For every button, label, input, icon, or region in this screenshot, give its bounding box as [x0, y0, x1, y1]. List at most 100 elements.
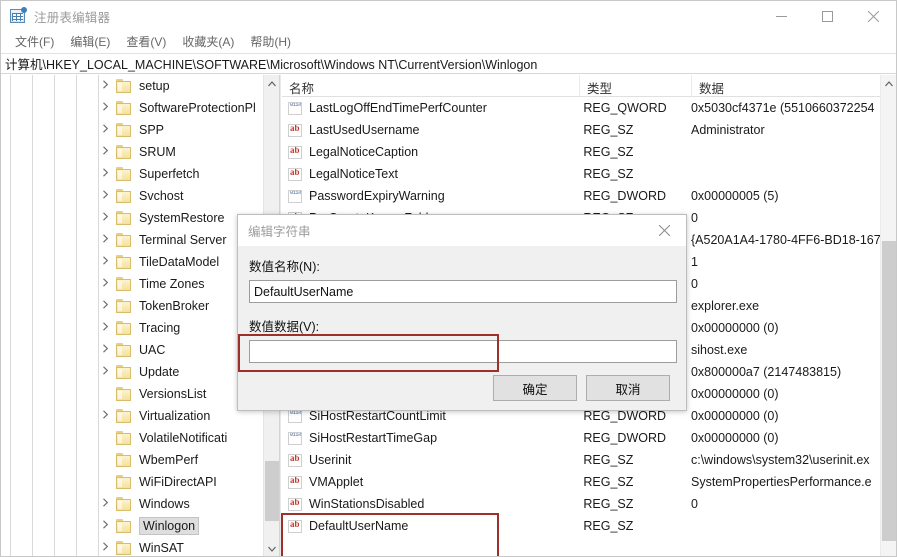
tree-item-label: Superfetch: [139, 166, 199, 182]
folder-icon: [116, 365, 133, 379]
tree-item-superfetch[interactable]: Superfetch: [1, 163, 263, 185]
chevron-right-icon[interactable]: [101, 366, 114, 379]
tree-item-wbemperf[interactable]: WbemPerf: [1, 449, 263, 471]
tree-item-srum[interactable]: SRUM: [1, 141, 263, 163]
value-row[interactable]: VMAppletREG_SZSystemPropertiesPerformanc…: [282, 471, 880, 493]
chevron-right-icon[interactable]: [101, 80, 114, 93]
value-row[interactable]: LastUsedUsernameREG_SZAdministrator: [282, 119, 880, 141]
value-type: REG_SZ: [582, 123, 691, 137]
value-data: 0x00000000 (0): [691, 431, 880, 445]
tree-item-softwareprotectionpl[interactable]: SoftwareProtectionPl: [1, 97, 263, 119]
tree-item-tiledatamodel[interactable]: TileDataModel: [1, 251, 263, 273]
tree-item-winsat[interactable]: WinSAT: [1, 537, 263, 557]
tree-item-systemrestore[interactable]: SystemRestore: [1, 207, 263, 229]
chevron-right-icon[interactable]: [101, 520, 114, 533]
value-type: REG_SZ: [582, 167, 691, 181]
folder-icon: [116, 497, 133, 511]
tree-scroll-thumb[interactable]: [265, 461, 279, 521]
chevron-right-icon[interactable]: [101, 102, 114, 115]
tree-item-tracing[interactable]: Tracing: [1, 317, 263, 339]
dialog-close-icon[interactable]: [642, 215, 686, 246]
value-row[interactable]: LegalNoticeTextREG_SZ: [282, 163, 880, 185]
column-header-data[interactable]: 数据: [692, 75, 880, 96]
chevron-right-icon[interactable]: [101, 256, 114, 269]
menu-edit[interactable]: 编辑(E): [62, 31, 118, 53]
tree-item-label: Virtualization: [139, 408, 210, 424]
cancel-button[interactable]: 取消: [586, 375, 670, 401]
folder-icon: [116, 409, 133, 423]
tree-scroll-down-icon[interactable]: [264, 540, 279, 557]
menu-help[interactable]: 帮助(H): [242, 31, 299, 53]
tree-item-label: Time Zones: [139, 276, 205, 292]
value-row[interactable]: WinStationsDisabledREG_SZ0: [282, 493, 880, 515]
string-value-icon: [288, 454, 302, 467]
tree-item-label: VersionsList: [139, 386, 206, 402]
value-name-input[interactable]: [249, 280, 677, 303]
tree-item-uac[interactable]: UAC: [1, 339, 263, 361]
tree-scroll-up-icon[interactable]: [264, 75, 279, 92]
tree-item-spp[interactable]: SPP: [1, 119, 263, 141]
list-scroll-up-icon[interactable]: [881, 75, 896, 92]
list-scrollbar[interactable]: [880, 75, 896, 557]
value-row[interactable]: UserinitREG_SZc:\windows\system32\userin…: [282, 449, 880, 471]
tree-item-versionslist[interactable]: VersionsList: [1, 383, 263, 405]
chevron-right-icon[interactable]: [101, 168, 114, 181]
value-row[interactable]: PasswordExpiryWarningREG_DWORD0x00000005…: [282, 185, 880, 207]
chevron-right-icon[interactable]: [101, 322, 114, 335]
chevron-right-icon[interactable]: [101, 146, 114, 159]
tree-item-label: WinSAT: [139, 540, 184, 556]
title-bar: 注册表编辑器: [1, 1, 896, 31]
chevron-right-icon[interactable]: [101, 278, 114, 291]
value-data: 0x00000000 (0): [691, 409, 880, 423]
value-data: 0x5030cf4371e (5510660372254: [691, 101, 880, 115]
value-row[interactable]: DefaultUserNameREG_SZ: [282, 515, 880, 537]
chevron-right-icon[interactable]: [101, 212, 114, 225]
minimize-icon[interactable]: [758, 1, 804, 31]
tree-item-volatilenotificati[interactable]: VolatileNotificati: [1, 427, 263, 449]
tree-item-windows[interactable]: Windows: [1, 493, 263, 515]
window-title: 注册表编辑器: [34, 7, 110, 26]
ok-button[interactable]: 确定: [493, 375, 577, 401]
tree-item-winlogon[interactable]: Winlogon: [1, 515, 263, 537]
chevron-right-icon[interactable]: [101, 498, 114, 511]
column-header-type[interactable]: 类型: [580, 75, 692, 96]
value-name: DefaultUserName: [309, 519, 582, 533]
tree-item-tokenbroker[interactable]: TokenBroker: [1, 295, 263, 317]
tree-item-update[interactable]: Update: [1, 361, 263, 383]
address-bar[interactable]: 计算机\HKEY_LOCAL_MACHINE\SOFTWARE\Microsof…: [1, 53, 896, 74]
chevron-right-icon[interactable]: [101, 234, 114, 247]
folder-icon: [116, 123, 133, 137]
tree-item-label: SystemRestore: [139, 210, 224, 226]
close-icon[interactable]: [850, 1, 896, 31]
tree-item-label: Terminal Server: [139, 232, 227, 248]
value-row[interactable]: LegalNoticeCaptionREG_SZ: [282, 141, 880, 163]
value-row[interactable]: LastLogOffEndTimePerfCounterREG_QWORD0x5…: [282, 97, 880, 119]
tree-item-time-zones[interactable]: Time Zones: [1, 273, 263, 295]
value-data-input[interactable]: [249, 340, 677, 363]
maximize-icon[interactable]: [804, 1, 850, 31]
folder-icon: [116, 189, 133, 203]
tree-item-label: SRUM: [139, 144, 176, 160]
tree-item-terminal-server[interactable]: Terminal Server: [1, 229, 263, 251]
chevron-right-icon[interactable]: [101, 542, 114, 555]
menu-view[interactable]: 查看(V): [118, 31, 174, 53]
chevron-right-icon[interactable]: [101, 124, 114, 137]
menu-favorites[interactable]: 收藏夹(A): [174, 31, 242, 53]
tree-item-virtualization[interactable]: Virtualization: [1, 405, 263, 427]
value-row[interactable]: SiHostRestartTimeGapREG_DWORD0x00000000 …: [282, 427, 880, 449]
menu-file[interactable]: 文件(F): [7, 31, 62, 53]
chevron-right-icon[interactable]: [101, 344, 114, 357]
value-data: 1: [691, 255, 880, 269]
value-data: SystemPropertiesPerformance.e: [691, 475, 880, 489]
list-scroll-thumb[interactable]: [882, 241, 896, 541]
tree-item-setup[interactable]: setup: [1, 75, 263, 97]
chevron-right-icon[interactable]: [101, 410, 114, 423]
tree-item-svchost[interactable]: Svchost: [1, 185, 263, 207]
column-header-name[interactable]: 名称: [282, 75, 580, 96]
value-data: 0x00000005 (5): [691, 189, 880, 203]
value-type: REG_DWORD: [582, 189, 691, 203]
tree-item-label: Windows: [139, 496, 190, 512]
chevron-right-icon[interactable]: [101, 190, 114, 203]
chevron-right-icon[interactable]: [101, 300, 114, 313]
tree-item-wifidirectapi[interactable]: WiFiDirectAPI: [1, 471, 263, 493]
